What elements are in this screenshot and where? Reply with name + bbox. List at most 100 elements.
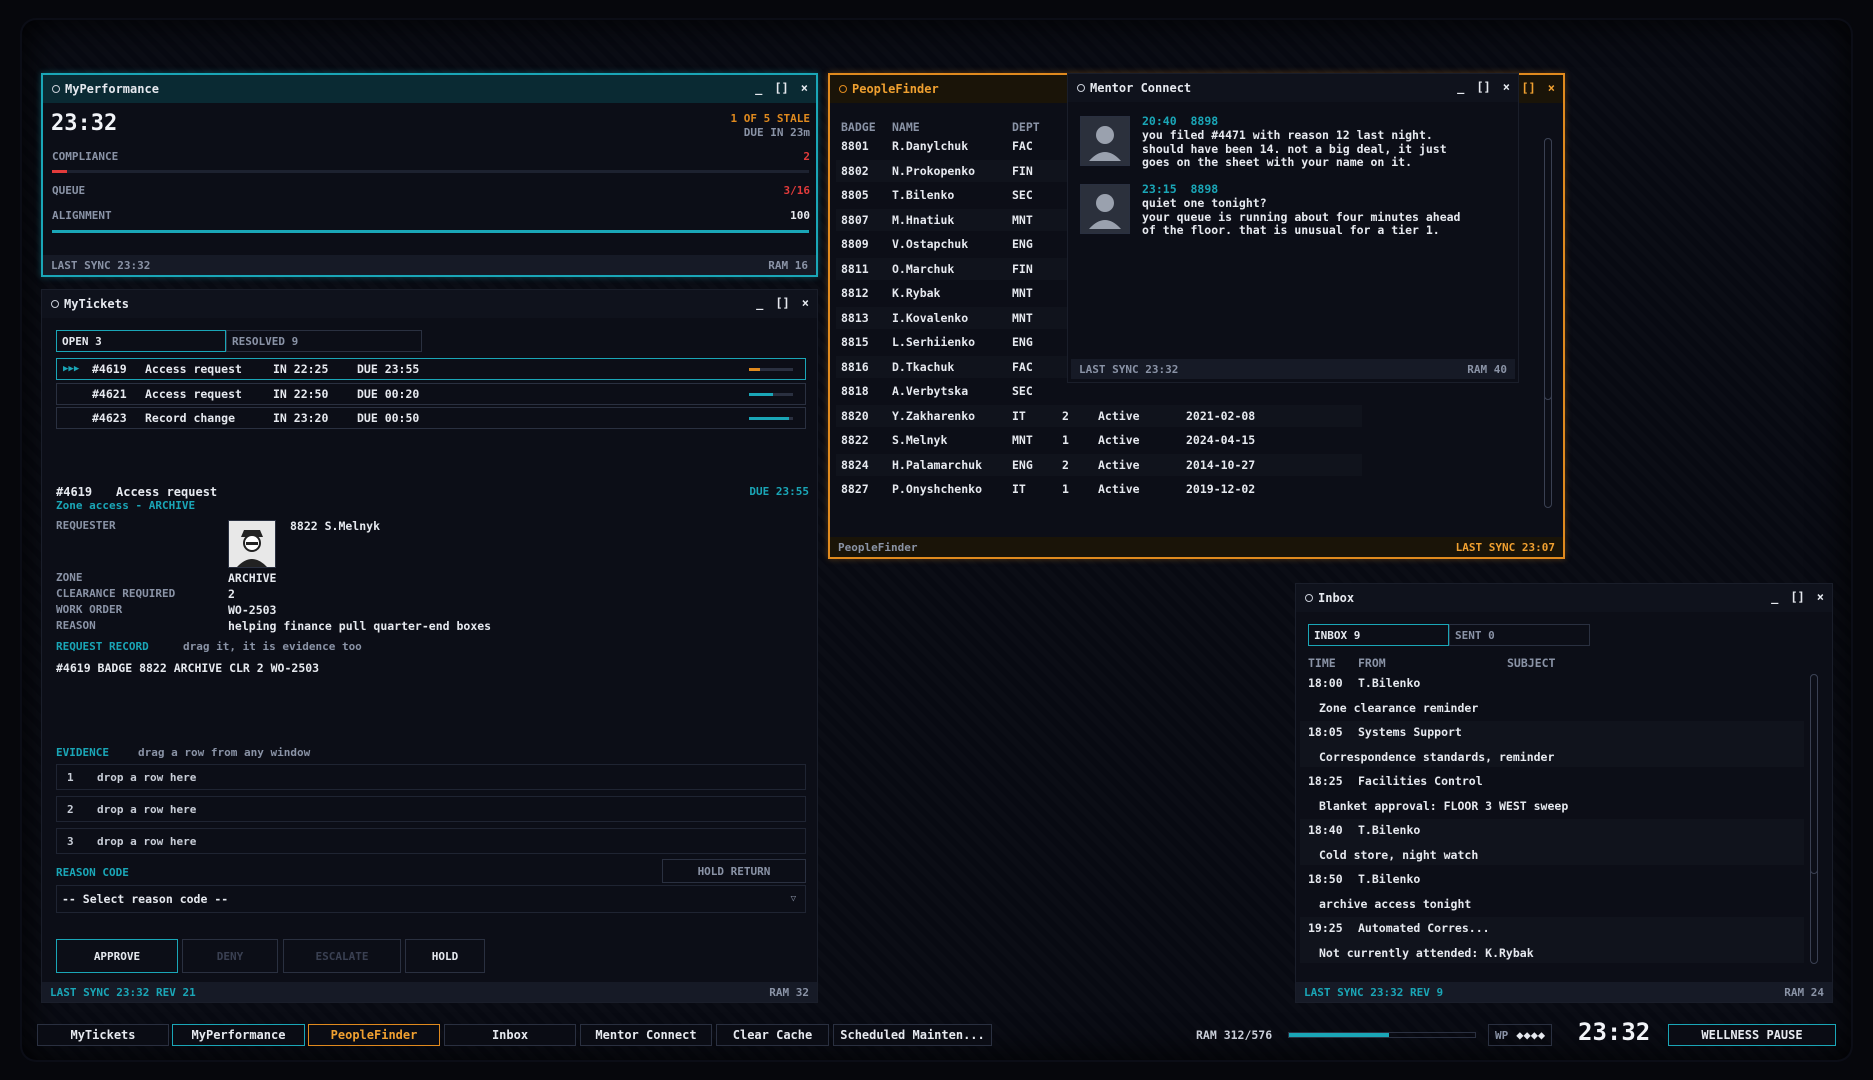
close-button[interactable]: × [1548,81,1555,95]
requester-label: REQUESTER [56,519,116,532]
maximize-button[interactable]: [] [1790,590,1804,604]
person-name: D.Tkachuk [892,359,955,374]
hold-button[interactable]: HOLD [405,939,485,973]
inbox-item[interactable]: 18:25 Facilities Control Blanket approval:… [1300,770,1804,816]
mentor-avatar [1080,116,1130,166]
taskbar-item[interactable]: Inbox [444,1024,576,1046]
wp-widget[interactable]: WP ◆◆◆◆ [1488,1024,1553,1046]
ticket-progress-fill [749,392,774,396]
col-header-subject[interactable]: SUBJECT [1507,656,1555,670]
taskbar-ram-fill [1289,1033,1390,1037]
taskbar-item[interactable]: Clear Cache [716,1024,829,1046]
message-time: 23:15 [1142,182,1177,196]
slot-hint: drop a row here [97,834,197,848]
taskbar-item[interactable]: MyPerformance [172,1024,305,1046]
hold-return-button[interactable]: HOLD RETURN [662,859,806,883]
minimize-button[interactable]: _ [755,81,762,95]
selected-marker-icon: ▶▶▶ [63,364,80,374]
evidence-drop-slot[interactable]: 3 drop a row here [56,828,806,854]
taskbar-item[interactable]: Scheduled Mainten... [833,1024,992,1046]
footer-sync: LAST SYNC 23:32 REV 21 [50,985,196,999]
myperformance-titlebar[interactable]: MyPerformance _ [] × [43,75,816,103]
col-header-badge[interactable]: BADGE [841,120,876,134]
peoplefinder-scroll-thumb[interactable] [1544,138,1552,400]
person-row[interactable]: 8818 A.Verbytska SEC [836,380,1362,402]
window-circle-icon [1305,594,1313,602]
ticket-row[interactable]: #4623 Record change IN 23:20 DUE 00:50 [56,407,806,429]
reason-code-select[interactable]: -- Select reason code -- ▽ [56,885,806,913]
person-row[interactable]: 8827 P.Onyshchenko IT 1 Active 2019-12-02 [836,478,1362,500]
peoplefinder-footer: PeopleFinder LAST SYNC 23:07 [830,537,1563,557]
request-record-row[interactable]: #4619 BADGE 8822 ARCHIVE CLR 2 WO-2503 [56,661,319,675]
inbox-item[interactable]: 18:50 T.Bilenko archive access tonight [1300,868,1804,914]
tab-open[interactable]: OPEN 3 [56,330,226,352]
person-badge: 8802 [841,163,869,178]
maximize-button[interactable]: [] [1476,80,1490,94]
person-dept: FAC [1012,139,1033,153]
window-title: Mentor Connect [1090,81,1192,95]
inbox-subject: Not currently attended: K.Rybak [1319,946,1534,960]
mentor-avatar [1080,184,1130,234]
close-button[interactable]: × [1817,590,1824,604]
requester-avatar [228,520,276,568]
person-silhouette-icon [1081,117,1129,165]
maximize-button[interactable]: [] [774,81,788,95]
minimize-button[interactable]: _ [1457,80,1464,94]
col-header-name[interactable]: NAME [892,120,920,134]
person-row[interactable]: 8824 H.Palamarchuk ENG 2 Active 2014-10-27 [836,453,1362,476]
person-badge: 8818 [841,384,869,398]
inbox-item[interactable]: 18:40 T.Bilenko Cold store, night watch [1300,819,1804,865]
taskbar-item[interactable]: Mentor Connect [580,1024,712,1046]
alignment-bar [52,230,809,233]
inbox-scroll-thumb[interactable] [1810,674,1818,874]
mytickets-window[interactable]: MyTickets _ [] × OPEN 3 RESOLVED 9 #4619… [41,289,818,1003]
ticket-row[interactable]: #4621 Access request IN 22:50 DUE 00:20 [56,382,806,405]
maximize-button[interactable]: [] [1521,81,1535,95]
close-button[interactable]: × [1503,80,1510,94]
evidence-drop-slot[interactable]: 2 drop a row here [56,796,806,822]
window-title: MyTickets [64,297,130,311]
evidence-drop-slot[interactable]: 1 drop a row here [56,764,806,790]
col-header-time[interactable]: TIME [1308,656,1336,670]
col-header-dept[interactable]: DEPT [1012,120,1040,134]
mytickets-titlebar[interactable]: MyTickets _ [] × [42,290,817,318]
tab-resolved[interactable]: RESOLVED 9 [226,330,422,352]
escalate-button[interactable]: ESCALATE [283,939,401,973]
person-clearance: 1 [1062,482,1069,496]
inbox-titlebar[interactable]: Inbox _ [] × [1296,584,1832,612]
taskbar-item[interactable]: PeopleFinder [308,1024,440,1046]
close-button[interactable]: × [801,81,808,95]
person-row[interactable]: 8822 S.Melnyk MNT 1 Active 2024-04-15 [836,429,1362,451]
message-line: your queue is running about four minutes… [1142,209,1461,224]
person-dept: IT [1012,408,1026,423]
detail-subtitle: Zone access - ARCHIVE [56,499,196,512]
wellness-pause-button[interactable]: WELLNESS PAUSE [1668,1024,1836,1046]
person-dept: MNT [1012,212,1033,227]
person-badge: 8807 [841,212,869,227]
inbox-window[interactable]: Inbox _ [] × INBOX 9 SENT 0 TIME FROM SU… [1295,583,1833,1003]
minimize-button[interactable]: _ [1771,590,1778,604]
inbox-item[interactable]: 18:00 T.Bilenko Zone clearance reminder [1300,672,1804,718]
performance-clock: 23:32 [51,111,118,136]
close-button[interactable]: × [802,296,809,310]
mentor-titlebar[interactable]: Mentor Connect _ [] × [1068,74,1518,102]
maximize-button[interactable]: [] [775,296,789,310]
mentor-connect-window[interactable]: Mentor Connect _ [] × LAST SYNC 23:32 RA… [1067,73,1519,383]
taskbar-item[interactable]: MyTickets [37,1024,169,1046]
reason-code-label: REASON CODE [56,866,129,879]
myperformance-window[interactable]: MyPerformance _ [] × 23:32 1 OF 5 STALE … [41,73,818,277]
inbox-item[interactable]: 19:25 Automated Corres... Not currently at… [1300,917,1804,963]
person-name: T.Bilenko [892,188,955,202]
window-circle-icon [52,85,60,93]
ticket-row[interactable]: ▶▶▶ #4619 Access request IN 22:25 DUE 23:55 [56,358,806,380]
person-silhouette-icon [1081,185,1129,233]
minimize-button[interactable]: _ [756,296,763,310]
tab-sent[interactable]: SENT 0 [1449,624,1590,646]
inbox-item[interactable]: 18:05 Systems Support Correspondence stand… [1300,721,1804,767]
approve-button[interactable]: APPROVE [56,939,178,973]
tab-inbox[interactable]: INBOX 9 [1308,624,1449,646]
ticket-progress [749,368,793,371]
col-header-from[interactable]: FROM [1358,656,1386,670]
person-row[interactable]: 8820 Y.Zakharenko IT 2 Active 2021-02-08 [836,404,1362,427]
deny-button[interactable]: DENY [182,939,278,973]
